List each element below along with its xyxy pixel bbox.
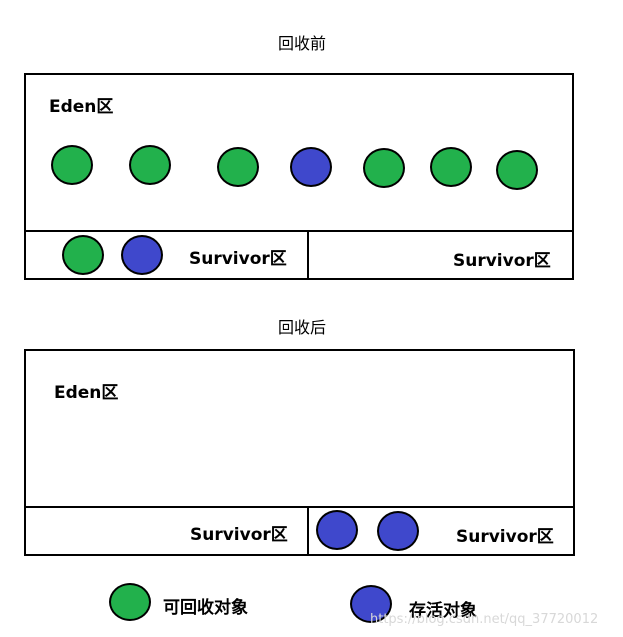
legend-recyclable-label: 可回收对象 (163, 598, 248, 618)
before-survivor-object-recyclable (62, 235, 104, 275)
before-survivor-right-label: Survivor区 (453, 251, 551, 271)
before-eden-object-recyclable (496, 150, 538, 190)
before-survivor-left-label: Survivor区 (189, 249, 287, 269)
after-survivor-object-surviving (377, 511, 419, 551)
before-survivor-divider (307, 231, 309, 280)
after-title: 回收后 (278, 318, 327, 337)
after-eden-label: Eden区 (54, 383, 119, 403)
before-eden-object-recyclable (129, 145, 171, 185)
after-survivor-right-label: Survivor区 (456, 527, 554, 547)
before-eden-object-surviving (290, 147, 332, 187)
before-eden-divider (24, 230, 574, 232)
after-eden-divider (24, 506, 575, 508)
before-eden-object-recyclable (363, 148, 405, 188)
watermark-text: https://blog.csdn.net/qq_37720012 (370, 612, 599, 627)
after-survivor-divider (307, 507, 309, 556)
after-survivor-left-label: Survivor区 (190, 525, 288, 545)
before-eden-object-recyclable (217, 147, 259, 187)
before-eden-object-recyclable (430, 147, 472, 187)
before-eden-label: Eden区 (49, 97, 114, 117)
before-eden-object-recyclable (51, 145, 93, 185)
before-survivor-object-surviving (121, 235, 163, 275)
legend-recyclable-icon (109, 583, 151, 621)
after-survivor-object-surviving (316, 510, 358, 550)
before-title: 回收前 (278, 34, 327, 53)
